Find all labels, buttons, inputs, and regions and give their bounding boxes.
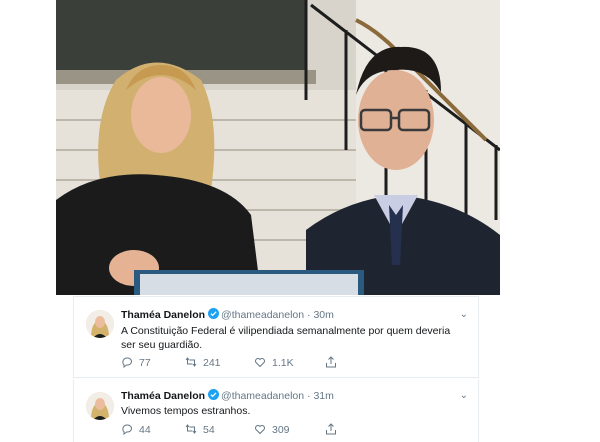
author-handle[interactable]: @thameadanelon — [221, 309, 304, 321]
heart-icon — [255, 358, 265, 368]
like-button[interactable]: 1.1K — [254, 356, 294, 370]
retweet-count: 54 — [203, 424, 215, 436]
reply-icon — [122, 357, 132, 369]
share-button[interactable] — [325, 356, 343, 370]
like-count: 1.1K — [272, 357, 294, 369]
retweet-button[interactable]: 54 — [185, 423, 215, 437]
heart-icon — [255, 425, 265, 435]
share-button[interactable] — [325, 423, 343, 437]
avatar-photo-icon — [86, 310, 114, 338]
separator-dot: · — [307, 309, 311, 321]
like-count: 309 — [272, 424, 290, 436]
reply-count: 44 — [139, 424, 151, 436]
tweet-header: Thaméa Danelon @thameadanelon · 31m ⌄ — [121, 388, 468, 404]
author-name[interactable]: Thaméa Danelon — [121, 390, 205, 402]
chevron-down-icon[interactable]: ⌄ — [460, 388, 468, 404]
reply-count: 77 — [139, 357, 151, 369]
chevron-down-icon[interactable]: ⌄ — [460, 307, 468, 323]
avatar[interactable] — [86, 310, 114, 338]
verified-badge-icon — [208, 308, 220, 319]
avatar-photo-icon — [86, 392, 114, 420]
tweet-text: A Constituição Federal é vilipendiada se… — [121, 325, 451, 351]
tweet-header: Thaméa Danelon @thameadanelon · 30m ⌄ — [121, 307, 468, 323]
verified-badge-icon — [208, 389, 220, 400]
retweet-icon — [185, 357, 197, 367]
author-name[interactable]: Thaméa Danelon — [121, 309, 205, 321]
tweet-card[interactable]: Thaméa Danelon @thameadanelon · 30m ⌄ A C… — [73, 296, 479, 378]
retweet-icon — [185, 424, 197, 434]
news-photo — [56, 0, 500, 295]
tweet-card[interactable]: Thaméa Danelon @thameadanelon · 31m ⌄ Viv… — [73, 380, 479, 442]
tweet-text: Vivemos tempos estranhos. — [121, 405, 251, 417]
like-button[interactable]: 309 — [254, 423, 290, 437]
reply-button[interactable]: 44 — [121, 423, 151, 437]
retweet-button[interactable]: 241 — [185, 356, 221, 370]
photo-illustration — [56, 0, 500, 295]
tweet-timestamp[interactable]: 31m — [313, 390, 333, 402]
retweet-count: 241 — [203, 357, 221, 369]
share-icon — [326, 356, 336, 368]
reply-icon — [122, 424, 132, 436]
tweet-timestamp[interactable]: 30m — [313, 309, 333, 321]
share-icon — [326, 423, 336, 435]
reply-button[interactable]: 77 — [121, 356, 151, 370]
author-handle[interactable]: @thameadanelon — [221, 390, 304, 402]
avatar[interactable] — [86, 392, 114, 420]
separator-dot: · — [307, 390, 311, 402]
